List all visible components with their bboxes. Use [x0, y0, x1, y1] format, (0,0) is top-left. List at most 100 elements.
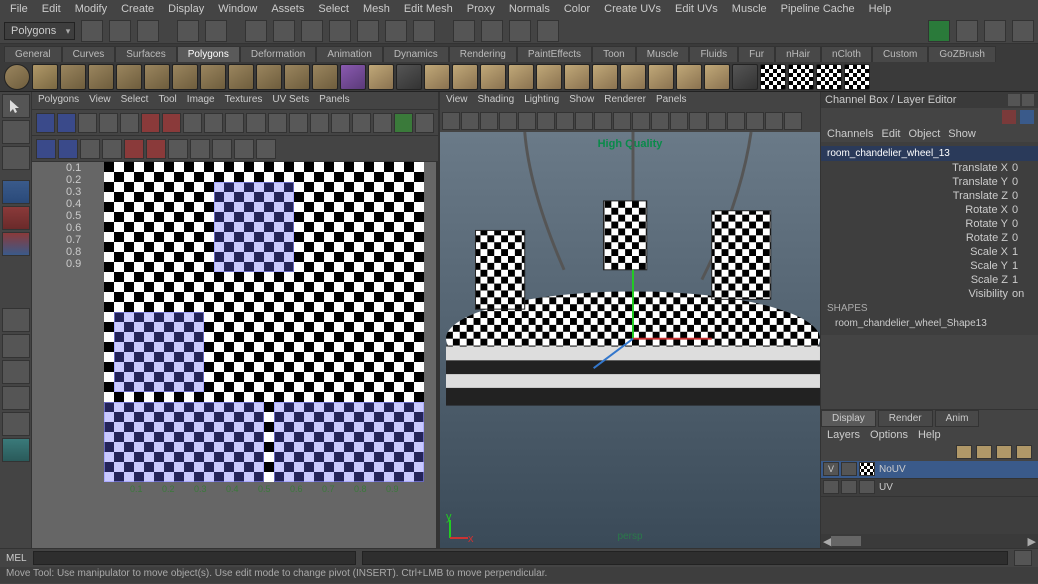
shelf-tab-muscle[interactable]: Muscle [636, 46, 690, 62]
open-scene-icon[interactable] [109, 20, 131, 42]
persp-tb-icon[interactable] [594, 112, 612, 130]
layer-visibility-toggle[interactable] [823, 480, 839, 494]
uv-tb2-icon[interactable] [58, 139, 78, 159]
uv-cycle-icon[interactable] [352, 113, 371, 133]
menu-muscle[interactable]: Muscle [726, 1, 773, 17]
new-scene-icon[interactable] [81, 20, 103, 42]
persp-menu-shading[interactable]: Shading [478, 94, 515, 108]
uv-tb2-icon[interactable] [36, 139, 56, 159]
poly-cylinder-icon[interactable] [60, 64, 86, 90]
separate-icon[interactable] [396, 64, 422, 90]
attr-value[interactable]: 0 [1012, 162, 1032, 174]
uv-image-icon[interactable] [78, 113, 97, 133]
menu-create[interactable]: Create [115, 1, 160, 17]
persp-menu-renderer[interactable]: Renderer [604, 94, 646, 108]
persp-tb-icon[interactable] [518, 112, 536, 130]
poly-soccer-icon[interactable] [284, 64, 310, 90]
attr-value[interactable]: 1 [1012, 260, 1032, 272]
uv-dim-icon[interactable] [99, 113, 118, 133]
shelf-tab-general[interactable]: General [4, 46, 62, 62]
menu-editmesh[interactable]: Edit Mesh [398, 1, 459, 17]
menu-file[interactable]: File [4, 1, 34, 17]
attr-value[interactable]: 0 [1012, 190, 1032, 202]
poly-prism-icon[interactable] [172, 64, 198, 90]
persp-tb-icon[interactable] [461, 112, 479, 130]
channel-display-icon[interactable] [1020, 110, 1034, 124]
persp-tb-icon[interactable] [442, 112, 460, 130]
uv-align-icon[interactable] [373, 113, 392, 133]
paint-select-tool-icon[interactable] [2, 146, 30, 170]
uv-checker2-icon[interactable] [788, 64, 814, 90]
attr-value[interactable]: 0 [1012, 176, 1032, 188]
uv-tb2-icon[interactable] [168, 139, 188, 159]
uv-unfold-icon[interactable] [246, 113, 265, 133]
uv-menu-polygons[interactable]: Polygons [38, 94, 79, 107]
menu-normals[interactable]: Normals [503, 1, 556, 17]
uv-tb2-icon[interactable] [80, 139, 100, 159]
add-to-layer-icon[interactable] [976, 445, 992, 459]
attr-value[interactable]: 1 [1012, 246, 1032, 258]
persp-tb-icon[interactable] [651, 112, 669, 130]
poly-cone-icon[interactable] [88, 64, 114, 90]
uv-menu-view[interactable]: View [89, 94, 111, 107]
persp-tb-icon[interactable] [708, 112, 726, 130]
persp-tb-icon[interactable] [689, 112, 707, 130]
persp-tb-icon[interactable] [632, 112, 650, 130]
layer-tab-anim[interactable]: Anim [935, 410, 980, 427]
shelf-tab-nhair[interactable]: nHair [775, 46, 821, 62]
attr-value[interactable]: on [1012, 288, 1032, 300]
ch-menu-show[interactable]: Show [948, 128, 976, 140]
layer-visibility-toggle[interactable]: V [823, 462, 839, 476]
persp-tb-icon[interactable] [670, 112, 688, 130]
persp-tb-icon[interactable] [765, 112, 783, 130]
menu-modify[interactable]: Modify [69, 1, 113, 17]
uv-move-sew-icon[interactable] [310, 113, 329, 133]
channel-color-icon[interactable] [1002, 110, 1016, 124]
move-up-icon[interactable] [996, 445, 1012, 459]
ch-menu-channels[interactable]: Channels [827, 128, 873, 140]
new-layer-icon[interactable] [956, 445, 972, 459]
append-icon[interactable] [564, 64, 590, 90]
script-editor-icon[interactable] [1014, 550, 1032, 566]
close-icon[interactable] [1022, 94, 1034, 106]
persp-tb-icon[interactable] [537, 112, 555, 130]
layer-tab-display[interactable]: Display [821, 410, 876, 427]
select-by-type-icon[interactable] [245, 20, 267, 42]
layer-type-toggle[interactable] [841, 480, 857, 494]
lasso-tool-icon[interactable] [2, 120, 30, 144]
shelf-tab-fur[interactable]: Fur [738, 46, 775, 62]
uv-menu-tool[interactable]: Tool [158, 94, 176, 107]
layer-color-swatch[interactable] [859, 462, 875, 476]
poly-sphere-icon[interactable] [4, 64, 30, 90]
uv-menu-panels[interactable]: Panels [319, 94, 350, 107]
move-tool-icon[interactable] [2, 180, 30, 204]
poly-type-icon[interactable] [340, 64, 366, 90]
uv-tb2-icon[interactable] [256, 139, 276, 159]
uv-menu-uvsets[interactable]: UV Sets [272, 94, 309, 107]
menu-proxy[interactable]: Proxy [461, 1, 501, 17]
uv-checker-icon[interactable] [760, 64, 786, 90]
poly-helix-icon[interactable] [256, 64, 282, 90]
uv-flip-u-icon[interactable] [141, 113, 160, 133]
move-down-icon[interactable] [1016, 445, 1032, 459]
shelf-tab-polygons[interactable]: Polygons [177, 46, 240, 62]
persp-menu-show[interactable]: Show [569, 94, 594, 108]
poly-plane-icon[interactable] [116, 64, 142, 90]
poly-platonic-icon[interactable] [312, 64, 338, 90]
layer-type-toggle[interactable] [841, 462, 857, 476]
snap-grid-icon[interactable] [301, 20, 323, 42]
render-icon[interactable] [481, 20, 503, 42]
uv-tb2-icon[interactable] [102, 139, 122, 159]
uv-shell[interactable] [214, 182, 294, 272]
persp-tb-icon[interactable] [784, 112, 802, 130]
save-scene-icon[interactable] [137, 20, 159, 42]
uv-shade-icon[interactable] [120, 113, 139, 133]
attribute-editor-toggle-icon[interactable] [984, 20, 1006, 42]
perspective-viewport[interactable]: High Quality [440, 132, 820, 548]
fill-hole-icon[interactable] [676, 64, 702, 90]
shelf-tab-ncloth[interactable]: nCloth [821, 46, 872, 62]
shelf-tab-curves[interactable]: Curves [62, 46, 116, 62]
persp-tb-icon[interactable] [613, 112, 631, 130]
uv-grid-icon[interactable] [57, 113, 76, 133]
persp-tb-icon[interactable] [480, 112, 498, 130]
